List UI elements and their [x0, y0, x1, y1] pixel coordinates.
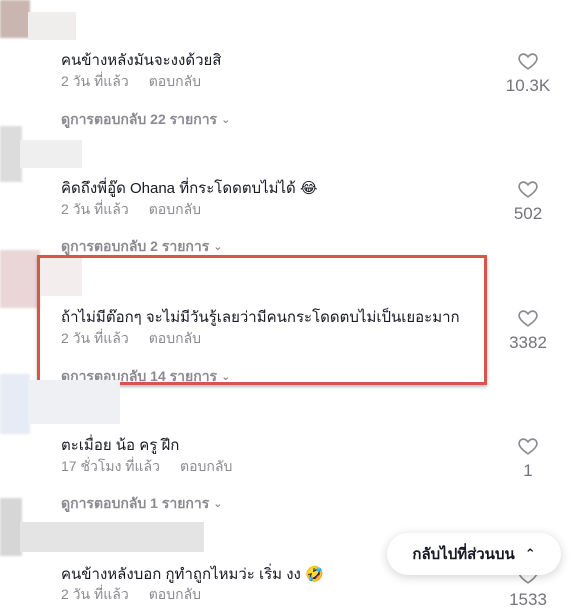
- comment-text: คนข้างหลังมันจะงงด้วยสิ: [61, 52, 222, 69]
- like-count: 1533: [509, 590, 547, 609]
- comment-meta: 17 ชั่วโมง ที่แล้ว ตอบกลับ: [61, 456, 232, 478]
- username-redacted: [20, 140, 82, 168]
- comment-time: 2 วัน ที่แล้ว: [61, 201, 129, 217]
- comment-meta: 2 วัน ที่แล้ว ตอบกลับ: [61, 199, 201, 221]
- like-count: 1: [523, 461, 533, 480]
- avatar[interactable]: [0, 498, 22, 556]
- reply-button[interactable]: ตอบกลับ: [180, 458, 232, 474]
- comment-text: คิดถึงพี่อู๊ด Ohana ที่กระโดดตบไม่ได้ 😂: [61, 180, 318, 197]
- avatar[interactable]: [0, 0, 30, 38]
- username-redacted: [28, 380, 120, 424]
- like-button[interactable]: 1: [493, 435, 563, 481]
- avatar[interactable]: [0, 250, 40, 308]
- chevron-down-icon: ⌄: [213, 498, 223, 510]
- view-replies-button[interactable]: ดูการตอบกลับ 1 รายการ ⌄: [61, 493, 223, 515]
- highlight-annotation: [37, 255, 487, 385]
- heart-outline-icon: [518, 53, 538, 70]
- avatar[interactable]: [0, 374, 30, 434]
- like-count: 10.3K: [505, 76, 551, 95]
- comment-meta: 2 วัน ที่แล้ว ตอบกลับ: [61, 584, 201, 606]
- reply-button[interactable]: ตอบกลับ: [149, 201, 201, 217]
- avatar[interactable]: [0, 126, 22, 182]
- chevron-down-icon: ⌄: [221, 114, 231, 126]
- comment-time: 17 ชั่วโมง ที่แล้ว: [61, 458, 160, 474]
- view-replies-button[interactable]: ดูการตอบกลับ 22 รายการ ⌄: [61, 109, 230, 131]
- like-button[interactable]: 10.3K: [493, 50, 563, 96]
- chevron-down-icon: ⌄: [213, 241, 223, 253]
- heart-outline-icon: [518, 181, 538, 198]
- comment-text: คนข้างหลังบอก กูทำถูกไหมว่ะ เริ่ม งง 🤣: [61, 566, 324, 583]
- username-redacted: [20, 522, 204, 552]
- like-button[interactable]: 502: [493, 178, 563, 224]
- comment-meta: 2 วัน ที่แล้ว ตอบกลับ: [61, 71, 201, 93]
- username-redacted: [28, 12, 76, 40]
- comment-time: 2 วัน ที่แล้ว: [61, 73, 129, 89]
- comment-time: 2 วัน ที่แล้ว: [61, 586, 129, 602]
- like-button[interactable]: 3382: [493, 307, 563, 353]
- reply-button[interactable]: ตอบกลับ: [149, 73, 201, 89]
- comment-text: ตะเมื่อย น้อ ครู ฝึก: [61, 437, 180, 454]
- double-chevron-up-icon: ⌃​: [524, 546, 536, 561]
- reply-button[interactable]: ตอบกลับ: [149, 586, 201, 602]
- view-replies-label: ดูการตอบกลับ 2 รายการ: [61, 238, 210, 254]
- heart-outline-icon: [518, 310, 538, 327]
- back-to-top-button[interactable]: กลับไปที่ส่วนบน ⌃​: [387, 533, 561, 575]
- like-count: 3382: [509, 333, 547, 352]
- view-replies-label: ดูการตอบกลับ 22 รายการ: [61, 111, 218, 127]
- back-to-top-label: กลับไปที่ส่วนบน: [412, 546, 515, 563]
- heart-outline-icon: [518, 438, 538, 455]
- view-replies-label: ดูการตอบกลับ 1 รายการ: [61, 495, 210, 511]
- like-count: 502: [513, 204, 543, 223]
